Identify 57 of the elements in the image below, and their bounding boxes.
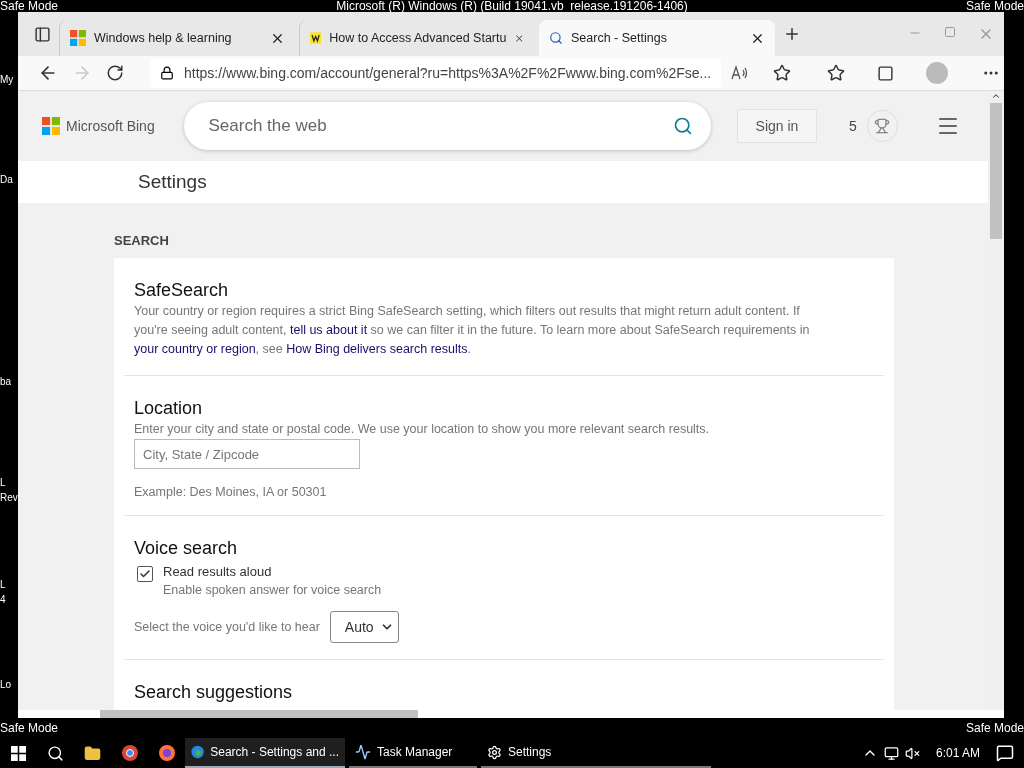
search-field[interactable]: Search the web [206, 115, 673, 137]
windows-logo-icon [11, 745, 26, 761]
taskbar-app[interactable]: Task Manager [349, 738, 477, 768]
mode-label: Safe Mode [0, 721, 59, 735]
checkbox[interactable] [137, 566, 153, 582]
desktop-icon-label[interactable]: Lo [0, 677, 12, 692]
microsoft-logo-icon [42, 117, 60, 135]
section-heading: Location [134, 397, 204, 420]
section-heading: SafeSearch [134, 279, 230, 302]
network-icon[interactable] [883, 745, 899, 761]
checkmark-icon [139, 568, 151, 580]
scroll-up-icon[interactable] [991, 91, 1001, 101]
select-label: Select the voice you'd like to hear [134, 620, 320, 634]
desktop-icon-label[interactable]: L 4 [0, 577, 6, 607]
text-link[interactable]: tell us about it [289, 323, 368, 337]
section-heading: Search suggestions [134, 681, 294, 704]
build-title: Microsoft (R) Windows (R) (Build 19041.vb_release.191206-1406) [336, 0, 688, 12]
browser-tab[interactable]: Search - Settings [539, 20, 775, 56]
notifications-icon[interactable] [996, 744, 1014, 762]
scrollbar-thumb[interactable] [100, 710, 418, 718]
desktop-icon-label[interactable]: My [0, 72, 14, 87]
location-input[interactable]: City, State / Zipcode [134, 439, 360, 469]
taskbar-app[interactable]: Search - Settings and ... [185, 738, 345, 768]
lock-icon [160, 66, 174, 80]
edge-logo-icon [191, 744, 205, 760]
desktop-icon-label[interactable]: ba [0, 374, 12, 389]
section-heading: Voice search [134, 537, 239, 560]
rewards-count: 5 [849, 118, 857, 134]
checkbox-label: Read results aloud [163, 564, 273, 579]
clock-time[interactable]: 6:01 AM [935, 746, 980, 760]
mode-label: Safe Mode [0, 0, 59, 12]
trophy-icon [874, 118, 891, 134]
mode-label: Safe Mode [965, 721, 1024, 735]
voice-select[interactable]: Auto [329, 611, 399, 643]
desktop-icon-label[interactable]: L Rev [0, 475, 18, 505]
taskbar-app[interactable]: Settings [481, 738, 711, 768]
text-link[interactable]: How Bing delivers search results [286, 342, 468, 356]
gear-icon [487, 744, 502, 760]
task-manager-icon [355, 744, 371, 760]
letter-w-logo-icon [310, 30, 322, 46]
example-text: Example: Des Moines, IA or 50301 [134, 485, 328, 499]
windows-logo-icon [70, 30, 86, 46]
muted-speaker-icon[interactable] [904, 745, 920, 761]
sign-in-button[interactable]: Sign in [736, 109, 818, 143]
text-link[interactable]: your country or region [134, 342, 256, 356]
scrollbar-thumb[interactable] [990, 103, 1002, 239]
checkbox-hint: Enable spoken answer for voice search [163, 583, 382, 597]
desktop-icon-label[interactable]: Da [0, 172, 13, 187]
logo-text: Microsoft Bing [66, 118, 155, 134]
description-text: Enter your city and state or postal code. We use your location to show you more relevant search results. [134, 421, 711, 438]
mode-label: Safe Mode [965, 0, 1024, 12]
search-bar[interactable]: Search the web [184, 102, 711, 150]
page-title: Settings [138, 171, 207, 193]
search-icon [549, 31, 563, 45]
section-label: SEARCH [114, 233, 170, 248]
description-paragraph: Your country or region requires a strict Bing SafeSearch setting, which filters out results that might return adult content. If you're seeing adult content, tell us about it so we can filter it in the future. To learn more about SafeSearch requirements in your country or region, see How Bing delivers search results. [134, 303, 811, 358]
address-bar[interactable]: https://www.bing.com/account/general?ru=https%3A%2F%2Fwww.bing.com%2Fse... [150, 58, 722, 88]
